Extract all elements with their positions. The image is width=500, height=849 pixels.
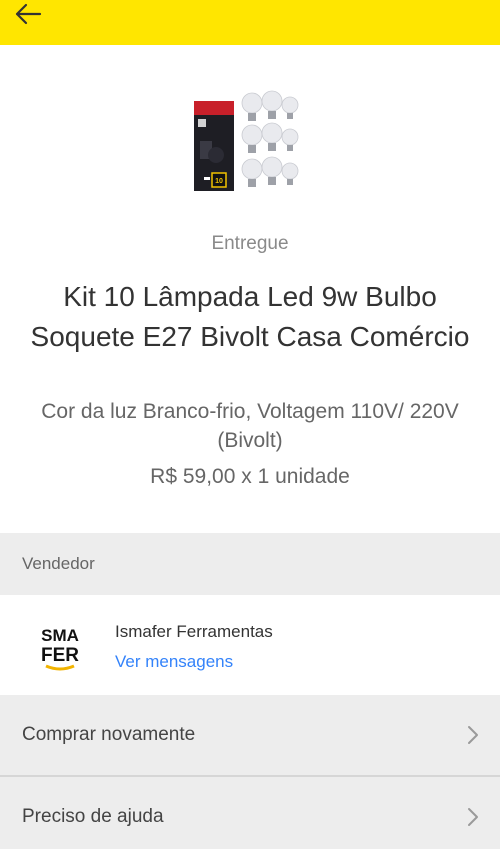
arrow-left-icon [15,3,42,25]
order-status: Entregue [211,233,289,254]
product-summary: 10 Entregue Kit 10 Lâmpada Led 9w Bulbo … [0,45,500,533]
svg-text:SMA: SMA [41,626,79,645]
buy-again-row[interactable]: Comprar novamente [0,695,500,775]
product-title: Kit 10 Lâmpada Led 9w Bulbo Soquete E27 … [30,281,470,352]
seller-avatar: SMA FER [32,616,88,672]
top-bar [0,0,500,45]
need-help-label: Preciso de ajuda [22,806,164,827]
seller-name: Ismafer Ferramentas [115,622,273,641]
svg-text:FER: FER [41,645,79,666]
need-help-row[interactable]: Preciso de ajuda [0,777,500,849]
seller-section-header: Vendedor [0,533,500,595]
seller-row: SMA FER Ismafer Ferramentas Ver mensagen… [0,595,500,695]
product-image: 10 [190,89,308,207]
seller-section-label: Vendedor [22,554,95,573]
chevron-right-icon [468,808,478,826]
product-variant: Cor da luz Branco-frio, Voltagem 110V/ 2… [41,400,459,452]
back-button[interactable] [10,0,46,28]
view-messages-link[interactable]: Ver mensagens [115,652,233,672]
buy-again-label: Comprar novamente [22,724,196,745]
chevron-right-icon [468,726,478,744]
price-quantity: R$ 59,00 x 1 unidade [150,465,350,488]
svg-text:10: 10 [215,178,223,185]
